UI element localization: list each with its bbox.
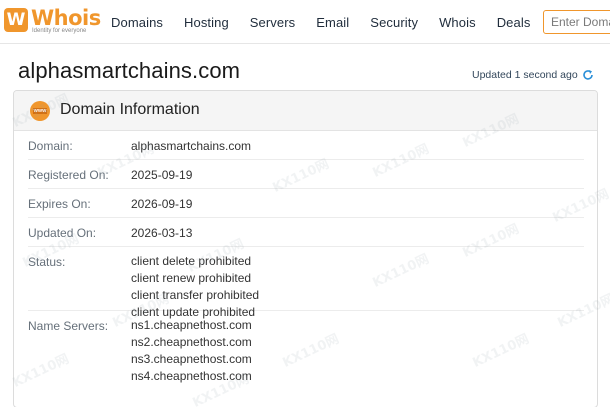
nav-item-hosting[interactable]: Hosting [184,15,229,30]
info-value-line: 2026-09-19 [131,197,193,211]
info-value-line: ns4.cheapnethost.com [131,369,252,383]
info-value-line: ns1.cheapnethost.com [131,318,252,332]
domain-info-card: WWW Domain Information Domain: alphasmart… [13,90,598,407]
www-icon-label: WWW [33,108,47,114]
info-value-line: alphasmartchains.com [131,139,252,153]
info-row-value: 2026-03-13 [131,225,192,242]
info-row: Status: client delete prohibited client re… [28,247,584,319]
card-header: WWW Domain Information [14,91,597,131]
info-row-label: Domain: [28,139,73,153]
info-row: Updated On: 2026-03-13 [28,218,584,247]
info-row-label: Expires On: [28,197,91,211]
info-row-label: Name Servers: [28,319,109,333]
info-value-line: ns2.cheapnethost.com [131,335,252,349]
info-row: Name Servers: ns1.cheapnethost.com ns2.che… [28,311,584,391]
nav-item-email[interactable]: Email [316,15,349,30]
main-nav: Domains Hosting Servers Email Security W… [111,0,530,44]
info-value-line: 2025-09-19 [131,168,193,182]
updated-status: Updated 1 second ago [472,69,594,81]
nav-item-domains[interactable]: Domains [111,15,163,30]
info-value-line: client transfer prohibited [131,288,260,302]
info-row: Domain: alphasmartchains.com [28,131,584,160]
info-value-line: 2026-03-13 [131,226,193,240]
info-value-line: ns3.cheapnethost.com [131,352,252,366]
domain-search-input[interactable] [543,10,610,34]
logo-tagline: Identity for everyone [32,28,87,34]
logo-wordmark: Whois [31,6,101,30]
info-row-value: 2025-09-19 [131,167,192,184]
info-row-label: Registered On: [28,168,109,182]
whois-logo[interactable]: W Whois Identity for everyone [4,6,101,36]
info-row-value: 2026-09-19 [131,196,192,213]
info-value-line: client delete prohibited [131,254,252,268]
info-row: Expires On: 2026-09-19 [28,189,584,218]
logo-mark: W [4,8,28,32]
card-title: Domain Information [60,101,200,118]
info-row-value: ns1.cheapnethost.com ns2.cheapnethost.com… [131,317,252,385]
nav-item-whois[interactable]: Whois [439,15,476,30]
info-rows: Domain: alphasmartchains.com Registered On… [28,131,584,391]
top-navbar: W Whois Identity for everyone Domains Ho… [0,0,610,44]
updated-text: Updated 1 second ago [472,69,578,81]
nav-item-servers[interactable]: Servers [250,15,296,30]
www-icon: WWW [30,101,50,121]
info-row-label: Status: [28,255,66,269]
nav-item-security[interactable]: Security [370,15,418,30]
info-value-line: client renew prohibited [131,271,252,285]
info-row: Registered On: 2025-09-19 [28,160,584,189]
info-row-label: Updated On: [28,226,97,240]
refresh-icon[interactable] [582,69,594,81]
page-title: alphasmartchains.com [18,58,241,83]
nav-item-deals[interactable]: Deals [497,15,531,30]
info-row-value: alphasmartchains.com [131,138,251,155]
